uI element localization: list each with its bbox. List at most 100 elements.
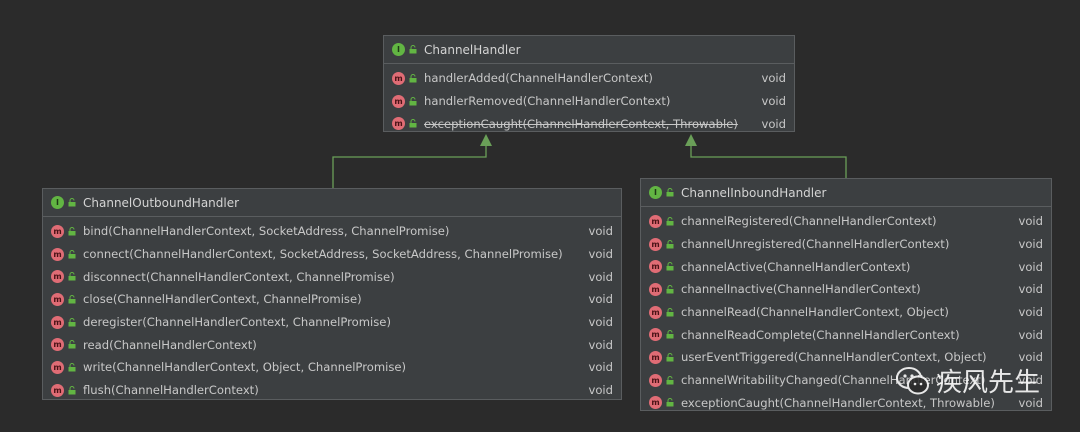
method-signature: exceptionCaught(ChannelHandlerContext, T… <box>424 116 738 131</box>
method-return-type: void <box>1018 282 1043 297</box>
outbound-arrow-head <box>480 134 492 146</box>
method-icon: m <box>51 315 64 329</box>
outbound-handler-header: I ChannelOutboundHandler <box>43 189 621 217</box>
method-return-type: void <box>1018 327 1043 342</box>
method-return-type: void <box>1018 259 1043 274</box>
lock-icon <box>666 352 674 362</box>
interface-icon: I <box>649 186 662 199</box>
method-signature: bind(ChannelHandlerContext, SocketAddres… <box>83 224 450 239</box>
channel-handler-box[interactable]: I ChannelHandler m handlerAdded(ChannelHa… <box>383 35 795 132</box>
method-row[interactable]: m bind(ChannelHandlerContext, SocketAddre… <box>43 220 621 243</box>
lock-icon <box>409 119 417 128</box>
method-return-type: void <box>1018 305 1043 320</box>
method-signature: channelReadComplete(ChannelHandlerContex… <box>681 327 960 342</box>
method-row[interactable]: m close(ChannelHandlerContext, ChannelPro… <box>43 288 621 311</box>
lock-icon <box>666 262 674 271</box>
method-icon: m <box>649 305 662 319</box>
method-signature: channelInactive(ChannelHandlerContext) <box>681 282 921 297</box>
method-icon: m <box>392 71 405 85</box>
method-icon: m <box>649 350 662 364</box>
method-return-type: void <box>761 116 786 131</box>
method-signature: channelRegistered(ChannelHandlerContext) <box>681 214 937 229</box>
method-icon: m <box>392 94 405 108</box>
interface-icon: I <box>392 43 405 56</box>
method-row[interactable]: m channelActive(ChannelHandlerContext) voi… <box>641 255 1051 278</box>
method-row[interactable]: m exceptionCaught(ChannelHandlerContext, … <box>384 112 794 135</box>
method-row[interactable]: m channelReadComplete(ChannelHandlerConte… <box>641 323 1051 346</box>
lock-icon <box>68 317 76 327</box>
method-signature: flush(ChannelHandlerContext) <box>83 383 259 398</box>
method-signature: close(ChannelHandlerContext, ChannelProm… <box>83 292 362 307</box>
method-return-type: void <box>588 292 613 307</box>
method-signature: write(ChannelHandlerContext, Object, Cha… <box>83 360 407 375</box>
method-icon: m <box>51 270 64 284</box>
method-return-type: void <box>1018 237 1043 252</box>
method-signature: read(ChannelHandlerContext) <box>83 337 257 352</box>
method-row[interactable]: m channelInactive(ChannelHandlerContext) v… <box>641 278 1051 301</box>
inbound-inherits-arrow <box>690 138 847 178</box>
method-icon: m <box>649 237 662 251</box>
lock-icon <box>666 216 674 226</box>
method-row[interactable]: m channelRegistered(ChannelHandlerContext… <box>641 210 1051 233</box>
method-icon: m <box>51 292 64 306</box>
method-icon: m <box>649 328 662 342</box>
lock-icon <box>666 398 674 407</box>
lock-icon <box>68 226 76 236</box>
method-row[interactable]: m channelRead(ChannelHandlerContext, Obje… <box>641 301 1051 324</box>
method-icon: m <box>649 282 662 296</box>
lock-icon <box>68 272 76 281</box>
method-return-type: void <box>588 247 613 262</box>
method-return-type: void <box>1018 214 1043 229</box>
lock-icon <box>409 45 417 54</box>
lock-icon <box>68 198 76 207</box>
method-signature: channelRead(ChannelHandlerContext, Objec… <box>681 305 949 320</box>
method-signature: deregister(ChannelHandlerContext, Channe… <box>83 315 391 330</box>
method-return-type: void <box>588 224 613 239</box>
method-row[interactable]: m write(ChannelHandlerContext, Object, Ch… <box>43 356 621 379</box>
method-icon: m <box>649 214 662 228</box>
channel-handler-title: ChannelHandler <box>424 42 521 57</box>
method-signature: handlerAdded(ChannelHandlerContext) <box>424 71 653 86</box>
method-icon: m <box>649 260 662 274</box>
outbound-handler-methods: m bind(ChannelHandlerContext, SocketAddre… <box>43 217 621 402</box>
watermark-text: 疾风先生 <box>936 368 1041 398</box>
method-icon: m <box>51 247 64 261</box>
lock-icon <box>666 330 674 339</box>
method-row[interactable]: m channelUnregistered(ChannelHandlerConte… <box>641 233 1051 256</box>
lock-icon <box>409 73 417 83</box>
lock-icon <box>666 307 674 317</box>
method-icon: m <box>649 396 662 410</box>
method-signature: channelActive(ChannelHandlerContext) <box>681 259 911 274</box>
method-row[interactable]: m connect(ChannelHandlerContext, SocketAd… <box>43 243 621 266</box>
method-icon: m <box>51 338 64 352</box>
method-icon: m <box>51 360 64 374</box>
inbound-handler-header: I ChannelInboundHandler <box>641 179 1051 207</box>
watermark: 疾风先生 <box>896 362 1040 399</box>
channel-handler-methods: m handlerAdded(ChannelHandlerContext) void… <box>384 64 794 135</box>
method-signature: connect(ChannelHandlerContext, SocketAdd… <box>83 247 563 262</box>
lock-icon <box>666 239 674 249</box>
lock-icon <box>666 375 674 385</box>
method-icon: m <box>51 224 64 238</box>
method-return-type: void <box>588 383 613 398</box>
method-row[interactable]: m handlerRemoved(ChannelHandlerContext) vo… <box>384 90 794 113</box>
outbound-inherits-arrow <box>332 138 487 188</box>
interface-icon: I <box>51 196 64 209</box>
method-row[interactable]: m read(ChannelHandlerContext) void <box>43 333 621 356</box>
lock-icon <box>68 294 76 304</box>
method-row[interactable]: m flush(ChannelHandlerContext) void <box>43 379 621 402</box>
lock-icon <box>68 385 76 395</box>
method-row[interactable]: m deregister(ChannelHandlerContext, Chann… <box>43 311 621 334</box>
method-return-type: void <box>588 315 613 330</box>
method-return-type: void <box>761 71 786 86</box>
lock-icon <box>68 362 76 372</box>
method-signature: disconnect(ChannelHandlerContext, Channe… <box>83 269 395 284</box>
lock-icon <box>68 249 76 259</box>
method-icon: m <box>392 117 405 131</box>
lock-icon <box>666 284 674 294</box>
method-row[interactable]: m handlerAdded(ChannelHandlerContext) void <box>384 67 794 90</box>
method-row[interactable]: m disconnect(ChannelHandlerContext, Chann… <box>43 265 621 288</box>
method-icon: m <box>51 383 64 397</box>
outbound-handler-box[interactable]: I ChannelOutboundHandler m bind(ChannelHa… <box>42 188 622 400</box>
outbound-handler-title: ChannelOutboundHandler <box>83 195 240 210</box>
